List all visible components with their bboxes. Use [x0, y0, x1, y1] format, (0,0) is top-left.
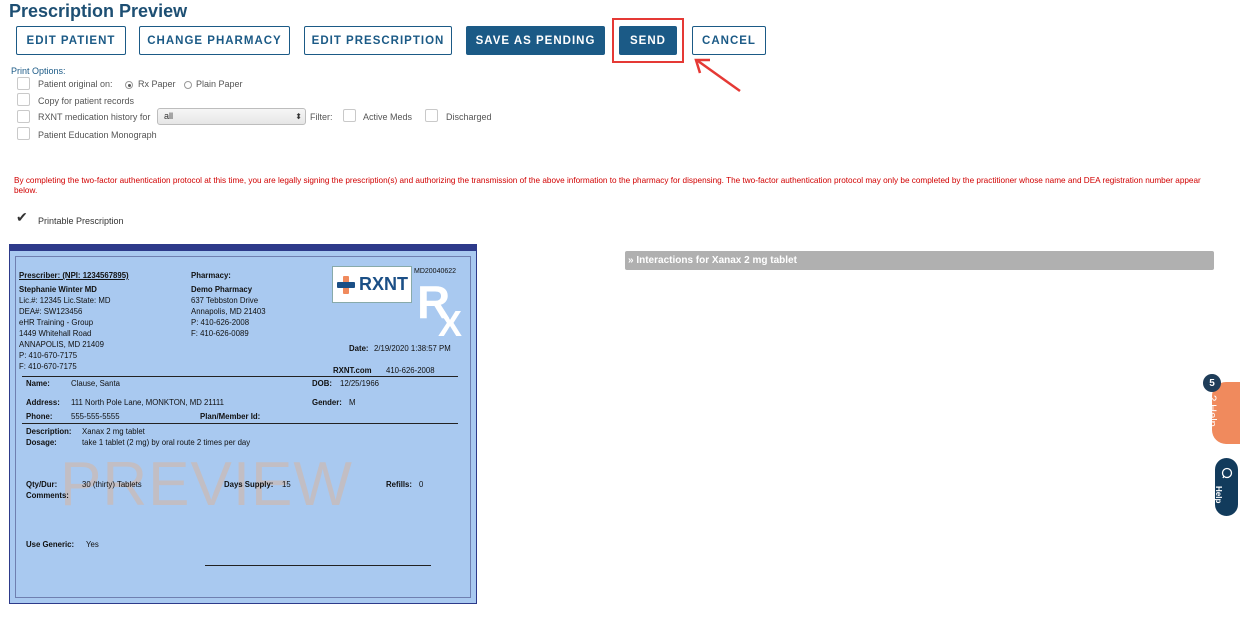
- pharmacy-line: Demo Pharmacy: [191, 285, 253, 294]
- name-value: Clause, Santa: [71, 379, 120, 388]
- plain-paper-label: Plain Paper: [196, 79, 243, 89]
- interactions-panel-header[interactable]: » Interactions for Xanax 2 mg tablet: [625, 251, 1214, 270]
- edit-patient-button[interactable]: EDIT PATIENT: [16, 26, 126, 55]
- refills-label: Refills:: [386, 480, 412, 489]
- prescriber-header: Prescriber: (NPI: 1234567895): [19, 271, 129, 280]
- cancel-button[interactable]: CANCEL: [692, 26, 766, 55]
- med-history-select[interactable]: all ⬍: [157, 108, 306, 125]
- description-value: Xanax 2 mg tablet: [82, 427, 145, 436]
- patient-original-checkbox[interactable]: [17, 77, 30, 90]
- plain-paper-radio[interactable]: [184, 81, 192, 89]
- rxnt-site: RXNT.com: [333, 366, 372, 375]
- logo-text: RXNT: [359, 274, 408, 294]
- phone-value: 555-555-5555: [71, 412, 120, 421]
- copy-records-label: Copy for patient records: [38, 96, 135, 106]
- print-options-label: Print Options:: [11, 66, 66, 76]
- send-highlight-box: [612, 18, 684, 63]
- rx-paper-label: Rx Paper: [138, 79, 176, 89]
- gender-label: Gender:: [312, 398, 342, 407]
- prescriber-line: Stephanie Winter MD: [19, 285, 97, 294]
- pharmacy-line: Annapolis, MD 21403: [191, 307, 266, 316]
- copy-records-checkbox[interactable]: [17, 93, 30, 106]
- prescriber-line: ANNAPOLIS, MD 21409: [19, 340, 104, 349]
- qty-label: Qty/Dur:: [26, 480, 58, 489]
- dosage-value: take 1 tablet (2 mg) by oral route 2 tim…: [82, 438, 251, 447]
- prescriber-line: eHR Training - Group: [19, 318, 94, 327]
- help-count-badge: 5: [1203, 374, 1221, 392]
- edit-prescription-button[interactable]: EDIT PRESCRIPTION: [304, 26, 452, 55]
- pharmacy-header: Pharmacy:: [191, 271, 231, 280]
- prescriber-line: Lic.#: 12345 Lic.State: MD: [19, 296, 111, 305]
- med-history-checkbox[interactable]: [17, 110, 30, 123]
- plan-label: Plan/Member Id:: [200, 412, 261, 421]
- rxnt-phone: 410-626-2008: [386, 366, 435, 375]
- arrow-icon: [694, 58, 741, 93]
- patient-divider: [22, 423, 458, 424]
- rx-symbol-x: X: [438, 303, 463, 344]
- pharmacy-line: P: 410-626-2008: [191, 318, 250, 327]
- phone-label: Phone:: [26, 412, 53, 421]
- legal-warning-text: By completing the two-factor authenticat…: [14, 176, 1201, 195]
- prescription-preview-card: Prescriber: (NPI: 1234567895) Stephanie …: [9, 244, 477, 604]
- active-meds-checkbox[interactable]: [343, 109, 356, 122]
- change-pharmacy-button[interactable]: CHANGE PHARMACY: [139, 26, 290, 55]
- chat-help-button[interactable]: Help: [1213, 456, 1240, 518]
- pharmacy-line: 637 Tebbston Drive: [191, 296, 259, 305]
- med-history-select-value: all: [164, 111, 174, 121]
- comments-label: Comments:: [26, 491, 69, 500]
- days-supply-label: Days Supply:: [224, 480, 274, 489]
- dob-value: 12/25/1966: [340, 379, 380, 388]
- prescriber-line: DEA#: SW123456: [19, 307, 83, 316]
- dosage-label: Dosage:: [26, 438, 57, 447]
- gender-value: M: [349, 398, 356, 407]
- pharmacy-line: F: 410-626-0089: [191, 329, 249, 338]
- rx-paper-radio[interactable]: [125, 81, 133, 89]
- help-tab-label: ? Help: [1206, 395, 1218, 427]
- signature-line: [205, 565, 431, 566]
- chat-bubble-icon: [1221, 467, 1233, 479]
- use-generic-value: Yes: [86, 540, 99, 549]
- prescriber-line: P: 410-670-7175: [19, 351, 78, 360]
- education-label: Patient Education Monograph: [38, 130, 157, 140]
- days-supply-value: 15: [282, 480, 291, 489]
- date-label: Date:: [349, 344, 369, 353]
- description-label: Description:: [26, 427, 72, 436]
- med-history-label: RXNT medication history for: [38, 112, 151, 122]
- help-tab[interactable]: ? Help: [1206, 382, 1240, 444]
- address-label: Address:: [26, 398, 60, 407]
- education-checkbox[interactable]: [17, 127, 30, 140]
- address-value: 111 North Pole Lane, MONKTON, MD 21111: [71, 398, 224, 407]
- active-meds-label: Active Meds: [363, 112, 413, 122]
- rxnt-logo: RXNT: [332, 266, 412, 303]
- patient-original-label: Patient original on:: [38, 79, 113, 89]
- select-arrows-icon: ⬍: [295, 112, 302, 121]
- filter-label: Filter:: [310, 112, 333, 122]
- printable-prescription-label: Printable Prescription: [38, 216, 124, 226]
- discharged-checkbox[interactable]: [425, 109, 438, 122]
- printable-prescription-checkbox[interactable]: ✔: [16, 210, 30, 224]
- discharged-label: Discharged: [446, 112, 492, 122]
- dob-label: DOB:: [312, 379, 332, 388]
- date-value: 2/19/2020 1:38:57 PM: [374, 344, 451, 353]
- page-title: Prescription Preview: [9, 1, 188, 21]
- save-as-pending-button[interactable]: SAVE AS PENDING: [466, 26, 605, 55]
- name-label: Name:: [26, 379, 50, 388]
- qty-value: 30 (thirty) Tablets: [82, 480, 142, 489]
- medical-cross-icon: [337, 275, 355, 294]
- chat-help-label: Help: [1214, 486, 1223, 504]
- refills-value: 0: [419, 480, 424, 489]
- header-divider: [22, 376, 458, 377]
- prescriber-line: F: 410-670-7175: [19, 362, 77, 371]
- prescriber-line: 1449 Whitehall Road: [19, 329, 92, 338]
- use-generic-label: Use Generic:: [26, 540, 75, 549]
